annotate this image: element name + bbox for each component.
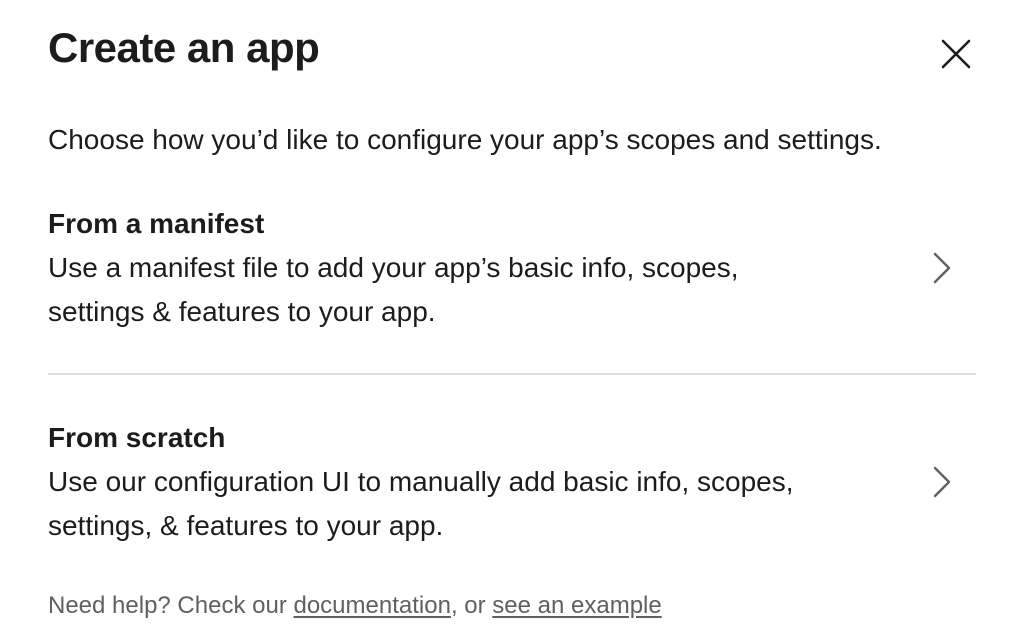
modal-intro-text: Choose how you’d like to configure your …	[48, 124, 882, 155]
create-app-modal: Create an app Choose how you’d like to c…	[0, 0, 1018, 640]
help-prefix: Need help? Check our	[48, 592, 294, 619]
help-separator: , or	[450, 592, 493, 619]
option-title: From a manifest	[48, 208, 265, 239]
help-text: Need help? Check our documentation, or s…	[48, 590, 662, 622]
option-description: Use a manifest file to add your app’s ba…	[48, 252, 739, 327]
close-icon	[941, 39, 971, 69]
option-description: Use our configuration UI to manually add…	[48, 466, 794, 541]
option-title: From scratch	[48, 422, 226, 453]
option-from-scratch[interactable]: From scratch Use our configuration UI to…	[48, 418, 976, 554]
chevron-right-icon	[933, 252, 951, 284]
option-divider	[48, 373, 976, 375]
see-example-link[interactable]: see an example	[492, 592, 661, 619]
documentation-link[interactable]: documentation	[293, 592, 450, 619]
modal-title: Create an app	[48, 24, 320, 71]
close-button[interactable]	[930, 30, 982, 78]
chevron-right-icon	[933, 466, 951, 498]
option-from-manifest[interactable]: From a manifest Use a manifest file to a…	[48, 204, 976, 340]
